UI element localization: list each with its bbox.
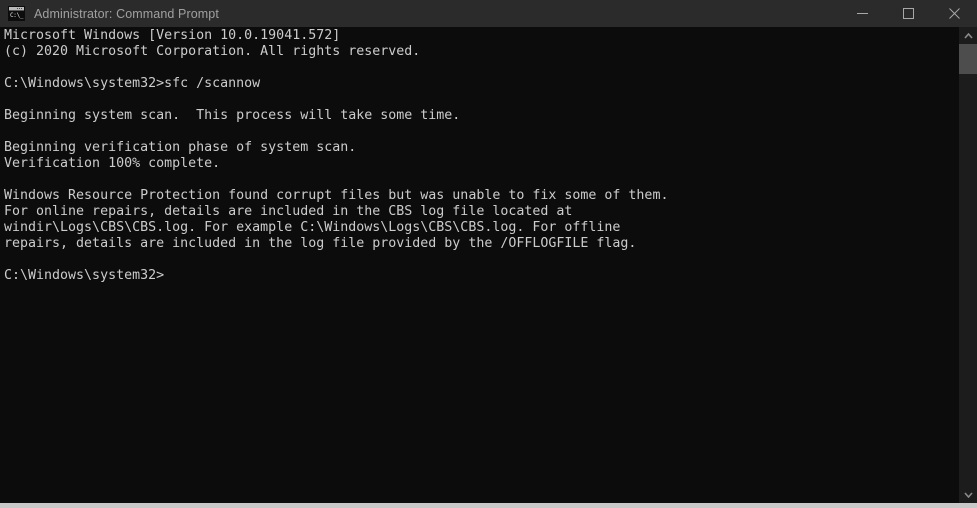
window-controls: [839, 0, 977, 27]
titlebar-left-group: C:\_ Administrator: Command Prompt: [0, 0, 219, 27]
command-prompt-window: C:\_ Administrator: Command Prompt Micro…: [0, 0, 977, 503]
scrollbar-up-button[interactable]: [959, 27, 977, 44]
terminal-body: Microsoft Windows [Version 10.0.19041.57…: [0, 27, 977, 503]
window-title: Administrator: Command Prompt: [34, 6, 219, 21]
scrollbar-down-button[interactable]: [959, 486, 977, 503]
vertical-scrollbar[interactable]: [958, 27, 977, 503]
maximize-button[interactable]: [885, 0, 931, 27]
chevron-down-icon: [963, 491, 973, 498]
window-titlebar[interactable]: C:\_ Administrator: Command Prompt: [0, 0, 977, 27]
close-icon: [948, 8, 960, 19]
minimize-button[interactable]: [839, 0, 885, 27]
console-text: Microsoft Windows [Version 10.0.19041.57…: [4, 28, 669, 283]
console-output-area[interactable]: Microsoft Windows [Version 10.0.19041.57…: [0, 27, 958, 503]
chevron-up-icon: [963, 32, 973, 39]
close-button[interactable]: [931, 0, 977, 27]
scrollbar-thumb[interactable]: [959, 44, 977, 74]
scrollbar-track[interactable]: [959, 44, 977, 486]
minimize-icon: [856, 13, 868, 14]
desktop-background-strip: [0, 503, 977, 508]
command-prompt-icon[interactable]: C:\_: [8, 6, 25, 21]
icon-prompt-text: C:\_: [9, 11, 24, 20]
maximize-icon: [902, 8, 914, 19]
